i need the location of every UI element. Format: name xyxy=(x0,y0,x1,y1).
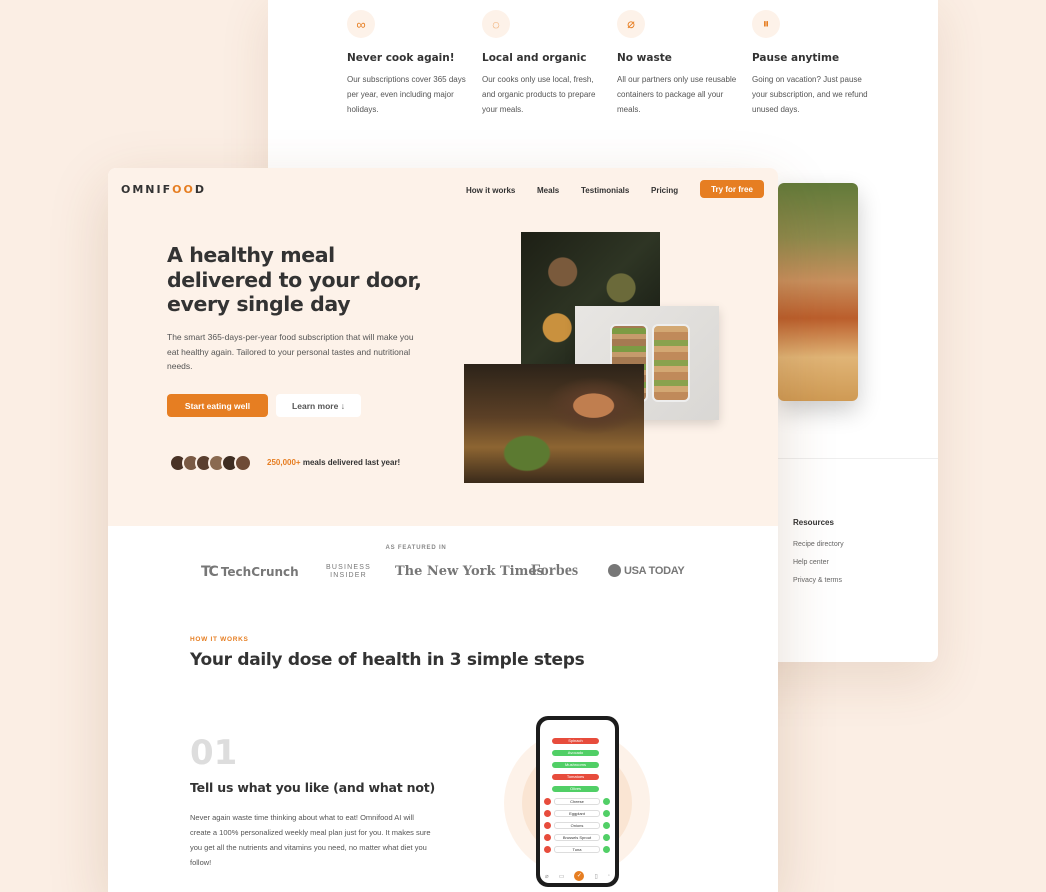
leaf-icon: ⌀ xyxy=(617,10,645,38)
pause-icon: ⏸ xyxy=(752,10,780,38)
nyt-logo: The New York Times xyxy=(395,564,544,579)
hero-title: A healthy meal delivered to your door, e… xyxy=(167,243,422,316)
food-row-label: Onions xyxy=(554,822,600,829)
how-subheading: HOW IT WORKS xyxy=(190,636,249,643)
reject-icon[interactable] xyxy=(544,834,551,841)
front-page: OMNIFOOD How it works Meals Testimonials… xyxy=(108,168,778,892)
tab-icon-leaf[interactable]: ⌀ xyxy=(545,873,549,880)
accept-icon[interactable] xyxy=(603,822,610,829)
nav-testimonials[interactable]: Testimonials xyxy=(581,186,629,195)
food-row: Onions xyxy=(544,822,610,829)
feature-4: ⏸ Pause anytime Going on vacation? Just … xyxy=(752,10,872,117)
feature-description: Going on vacation? Just pause your subsc… xyxy=(752,75,868,114)
pill-olives: Olives xyxy=(552,786,599,792)
reject-icon[interactable] xyxy=(544,810,551,817)
techcrunch-text: TechCrunch xyxy=(220,565,299,579)
accept-icon[interactable] xyxy=(603,834,610,841)
logo-text: OMNIF xyxy=(121,183,173,196)
tab-icon-book[interactable]: ▯ xyxy=(594,873,597,880)
feature-2: ◌ Local and organic Our cooks only use l… xyxy=(482,10,602,117)
feature-1: ∞ Never cook again! Our subscriptions co… xyxy=(347,10,467,117)
business-insider-logo: BUSINESS INSIDER xyxy=(326,564,371,580)
pill-spinach: Spinach xyxy=(552,738,599,744)
usatoday-logo: USA TODAY xyxy=(608,564,685,577)
tab-icon-calendar[interactable]: ▭ xyxy=(559,873,565,880)
reject-icon[interactable] xyxy=(544,846,551,853)
techcrunch-logo: TC TechCrunch xyxy=(201,564,299,580)
feature-title: Pause anytime xyxy=(752,52,840,64)
phone-tab-bar: ⌀ ▭ ✓ ▯ ◦ xyxy=(540,869,615,883)
food-row-label: Tuna xyxy=(554,846,600,853)
pill-avocado: Avocado xyxy=(552,750,599,756)
pill-tomatoes: Tomatoes xyxy=(552,774,599,780)
feature-title: Never cook again! xyxy=(347,52,455,64)
hero-description: The smart 365-days-per-year food subscri… xyxy=(167,332,414,371)
food-row: Tuna xyxy=(544,846,610,853)
footer-link-recipes[interactable]: Recipe directory xyxy=(793,541,844,548)
forbes-logo: Forbes xyxy=(531,562,579,579)
feature-3: ⌀ No waste All our partners only use reu… xyxy=(617,10,737,117)
logo-text-end: D xyxy=(194,183,206,196)
testimonial-photo xyxy=(778,183,858,401)
nav-how-it-works[interactable]: How it works xyxy=(466,186,515,195)
food-row-label: Cheese xyxy=(554,798,600,805)
bi-line-1: BUSINESS xyxy=(326,564,371,571)
logo-mark: OO xyxy=(172,183,195,196)
avatar xyxy=(234,454,252,472)
meals-text: meals delivered last year! xyxy=(302,458,401,467)
meals-count: 250,000+ xyxy=(267,458,301,467)
food-row: Cheese xyxy=(544,798,610,805)
food-row-label: Brussels Sprout xyxy=(554,834,600,841)
bi-line-2: INSIDER xyxy=(330,572,367,579)
usatoday-dot xyxy=(608,564,621,577)
divider xyxy=(778,458,938,459)
footer-link-help[interactable]: Help center xyxy=(793,559,844,566)
footer-resources: Resources Recipe directory Help center P… xyxy=(793,518,844,595)
app-phone-mockup: Spinach Avocado Mushrooms Tomatoes Olive… xyxy=(536,716,619,887)
feature-description: All our partners only use reusable conta… xyxy=(617,75,737,114)
accept-icon[interactable] xyxy=(603,798,610,805)
learn-more-button[interactable]: Learn more ↓ xyxy=(276,394,361,417)
reject-icon[interactable] xyxy=(544,822,551,829)
customer-avatars xyxy=(169,454,252,472)
feature-description: Our cooks only use local, fresh, and org… xyxy=(482,75,596,114)
step-description: Never again waste time thinking about wh… xyxy=(190,813,431,867)
accept-icon[interactable] xyxy=(603,810,610,817)
try-for-free-button[interactable]: Try for free xyxy=(700,180,764,198)
food-row-label: Eggplant xyxy=(554,810,600,817)
hero-section: OMNIFOOD How it works Meals Testimonials… xyxy=(108,168,778,526)
delivered-meals: 250,000+ meals delivered last year! xyxy=(267,458,400,467)
footer-link-privacy[interactable]: Privacy & terms xyxy=(793,577,844,584)
techcrunch-mark: TC xyxy=(201,564,219,580)
hero-image-woman-eating xyxy=(464,364,644,483)
pill-mushrooms: Mushrooms xyxy=(552,762,599,768)
food-row: Eggplant xyxy=(544,810,610,817)
start-eating-well-button[interactable]: Start eating well xyxy=(167,394,268,417)
step-number: 01 xyxy=(190,733,238,773)
app-screen: Spinach Avocado Mushrooms Tomatoes Olive… xyxy=(540,720,615,883)
feature-title: Local and organic xyxy=(482,52,587,64)
food-row: Brussels Sprout xyxy=(544,834,610,841)
feature-description: Our subscriptions cover 365 days per yea… xyxy=(347,75,466,114)
infinity-icon: ∞ xyxy=(347,10,375,38)
nav-meals[interactable]: Meals xyxy=(537,186,559,195)
usatoday-text: USA TODAY xyxy=(624,564,685,577)
apple-icon: ◌ xyxy=(482,10,510,38)
nav-pricing[interactable]: Pricing xyxy=(651,186,678,195)
accept-icon[interactable] xyxy=(603,846,610,853)
footer-heading: Resources xyxy=(793,518,834,527)
tab-icon-user[interactable]: ◦ xyxy=(608,873,610,879)
feature-title: No waste xyxy=(617,52,672,64)
how-heading: Your daily dose of health in 3 simple st… xyxy=(190,650,585,670)
step-title: Tell us what you like (and what not) xyxy=(190,780,436,795)
reject-icon[interactable] xyxy=(544,798,551,805)
logo[interactable]: OMNIFOOD xyxy=(121,183,206,196)
meal-container xyxy=(652,324,690,402)
tab-icon-check[interactable]: ✓ xyxy=(574,871,585,881)
featured-label: AS FEATURED IN xyxy=(385,545,447,551)
